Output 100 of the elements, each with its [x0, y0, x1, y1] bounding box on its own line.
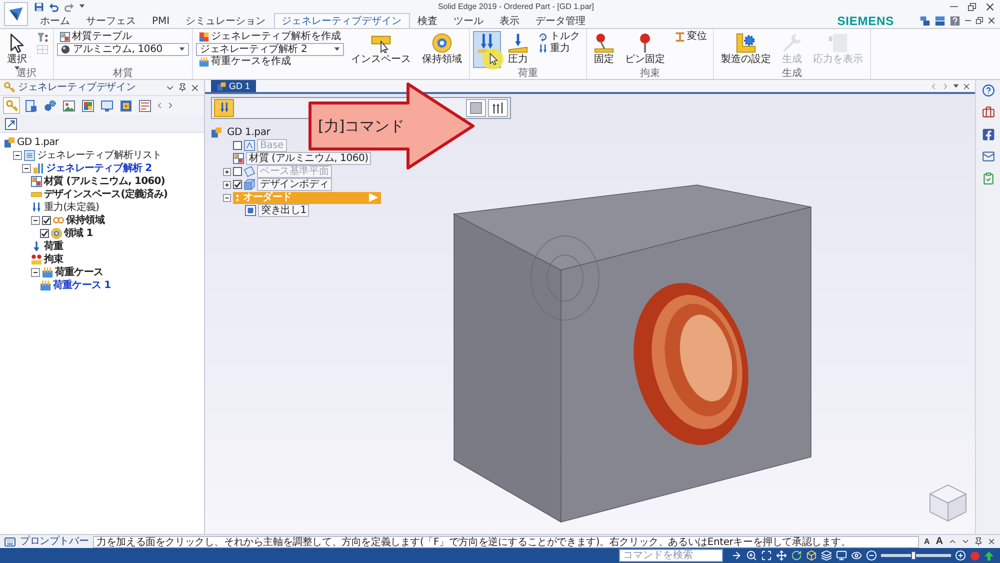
minimize-icon[interactable]	[950, 6, 958, 8]
checkbox[interactable]	[233, 141, 242, 150]
close-icon[interactable]	[190, 82, 200, 92]
ribbon-tab[interactable]: 表示	[492, 13, 528, 28]
up-arrow-icon[interactable]	[984, 550, 994, 560]
tree-item[interactable]: 荷重	[44, 240, 64, 252]
chevron-down-icon[interactable]	[961, 537, 970, 546]
tree-item[interactable]: 領域 1	[64, 228, 93, 240]
chevron-right-icon[interactable]	[941, 82, 950, 90]
minimize-icon[interactable]	[965, 20, 971, 22]
plus-box-icon[interactable]	[223, 168, 231, 176]
tree-item[interactable]: 材質 (アルミニウム, 1060)	[44, 176, 165, 188]
ribbon-button[interactable]: 荷重ケースを作成	[196, 56, 344, 68]
record-dot-icon[interactable]	[970, 550, 980, 560]
plus-box-icon[interactable]	[223, 180, 231, 188]
minus-box-icon[interactable]	[13, 151, 22, 160]
save-icon[interactable]	[34, 2, 44, 12]
restore-icon[interactable]	[976, 17, 983, 24]
cascade-windows-icon[interactable]	[920, 16, 930, 26]
tree-item[interactable]: 重力(未定義)	[44, 202, 100, 214]
tree-item[interactable]: デザインスペース(定義済み)	[44, 188, 168, 200]
ribbon-button[interactable]: 材質テーブル	[57, 31, 189, 43]
cube-icon[interactable]	[806, 550, 817, 561]
caret-icon[interactable]	[79, 4, 85, 9]
chevron-up-icon[interactable]	[948, 537, 957, 546]
tile-windows-icon[interactable]	[935, 16, 945, 26]
tree-item[interactable]: 保持領域	[66, 214, 104, 226]
ribbon-tab[interactable]: ホーム	[32, 13, 78, 28]
ribbon-button[interactable]: ピン固定	[621, 31, 669, 68]
ribbon-tab[interactable]: シミュレーション	[178, 13, 274, 28]
monitor-icon[interactable]	[836, 550, 847, 561]
tree-item[interactable]: 突き出し1	[258, 204, 310, 217]
ribbon-tab[interactable]: ジェネレーティブデザイン	[274, 13, 410, 28]
ribbon-button[interactable]: 保持領域	[418, 31, 466, 68]
undo-icon[interactable]	[49, 2, 59, 12]
zoom-icon[interactable]	[746, 550, 757, 561]
eye-icon[interactable]	[851, 550, 862, 561]
chevron-left-icon[interactable]	[155, 101, 164, 110]
ribbon-tab[interactable]: 検査	[410, 13, 446, 28]
zoom-out-icon[interactable]	[866, 550, 877, 561]
ribbon-tab[interactable]: PMI	[144, 13, 178, 28]
mail-icon[interactable]	[982, 150, 994, 163]
font-size-button[interactable]: A	[934, 536, 944, 547]
briefcase-icon[interactable]	[982, 106, 994, 119]
minus-box-icon[interactable]	[22, 164, 31, 173]
ribbon-button[interactable]: 固定	[590, 31, 618, 68]
ribbon-button[interactable]: 選択	[3, 31, 31, 68]
chevron-left-icon[interactable]	[929, 82, 938, 90]
zoom-in-icon[interactable]	[955, 550, 966, 561]
ribbon-tab[interactable]: データ管理	[528, 13, 594, 28]
tree-item[interactable]: 荷重ケース 1	[53, 280, 111, 292]
ribbon-button[interactable]: トルク	[535, 31, 583, 43]
chevron-right-icon[interactable]	[166, 101, 175, 110]
dropdown-field[interactable]: アルミニウム, 1060	[57, 43, 189, 56]
panel-tab[interactable]	[79, 97, 96, 114]
minus-box-icon[interactable]	[31, 216, 40, 225]
tree-item[interactable]: 拘束	[44, 254, 64, 266]
tree-item[interactable]: ジェネレーティブ解析リスト	[37, 150, 162, 162]
ribbon-button[interactable]: 変位	[672, 31, 710, 43]
ribbon-button[interactable]: 圧力	[504, 31, 532, 68]
close-icon[interactable]	[988, 17, 995, 24]
dropdown-field[interactable]: ジェネレーティブ解析 2	[196, 43, 344, 56]
checkbox[interactable]	[42, 216, 51, 225]
clipboard-check-icon[interactable]	[982, 172, 994, 185]
layers-icon[interactable]	[821, 550, 832, 561]
close-icon[interactable]	[987, 537, 996, 546]
tree-item[interactable]: GD 1.par	[17, 136, 59, 148]
redo-icon[interactable]	[64, 2, 74, 12]
document-tab[interactable]: GD 1	[211, 80, 256, 92]
tree-item[interactable]: ジェネレーティブ解析 2	[46, 162, 152, 174]
tree-item[interactable]: 材質 (アルミニウム, 1060)	[246, 152, 372, 165]
slider-thumb[interactable]	[910, 551, 916, 560]
tree-item[interactable]: 荷重ケース	[55, 266, 104, 278]
arrow-right-icon[interactable]	[731, 550, 742, 561]
font-size-button[interactable]: A	[922, 536, 931, 547]
ribbon-button[interactable]: 製造の設定	[717, 31, 775, 68]
move-icon[interactable]	[776, 550, 787, 561]
restore-icon[interactable]	[968, 2, 976, 10]
search-field[interactable]: コマンドを検索	[619, 549, 723, 562]
panel-tab[interactable]	[136, 97, 153, 114]
tree-item[interactable]: GD 1.par	[224, 126, 274, 139]
checkbox[interactable]	[233, 180, 242, 189]
arrow-square-icon[interactable]	[5, 118, 17, 130]
minus-box-icon[interactable]	[223, 194, 231, 202]
ribbon-tab[interactable]: ツール	[446, 13, 492, 28]
close-icon[interactable]	[986, 2, 994, 10]
ribbon-button[interactable]: 重力	[535, 43, 583, 55]
ribbon-button[interactable]: ジェネレーティブ解析を作成	[196, 31, 344, 43]
close-icon[interactable]	[962, 82, 971, 90]
ribbon-tab[interactable]: サーフェス	[78, 13, 144, 28]
minus-box-icon[interactable]	[31, 268, 40, 277]
checkbox[interactable]	[233, 167, 242, 176]
help-icon[interactable]	[950, 16, 960, 26]
facebook-icon[interactable]	[982, 128, 994, 141]
ribbon-button[interactable]: インスペース	[347, 31, 415, 68]
command-button[interactable]	[488, 99, 508, 117]
rotate-icon[interactable]	[791, 550, 802, 561]
help-icon[interactable]	[982, 84, 994, 97]
caret-icon[interactable]	[953, 84, 959, 88]
pin-icon[interactable]	[974, 537, 983, 546]
